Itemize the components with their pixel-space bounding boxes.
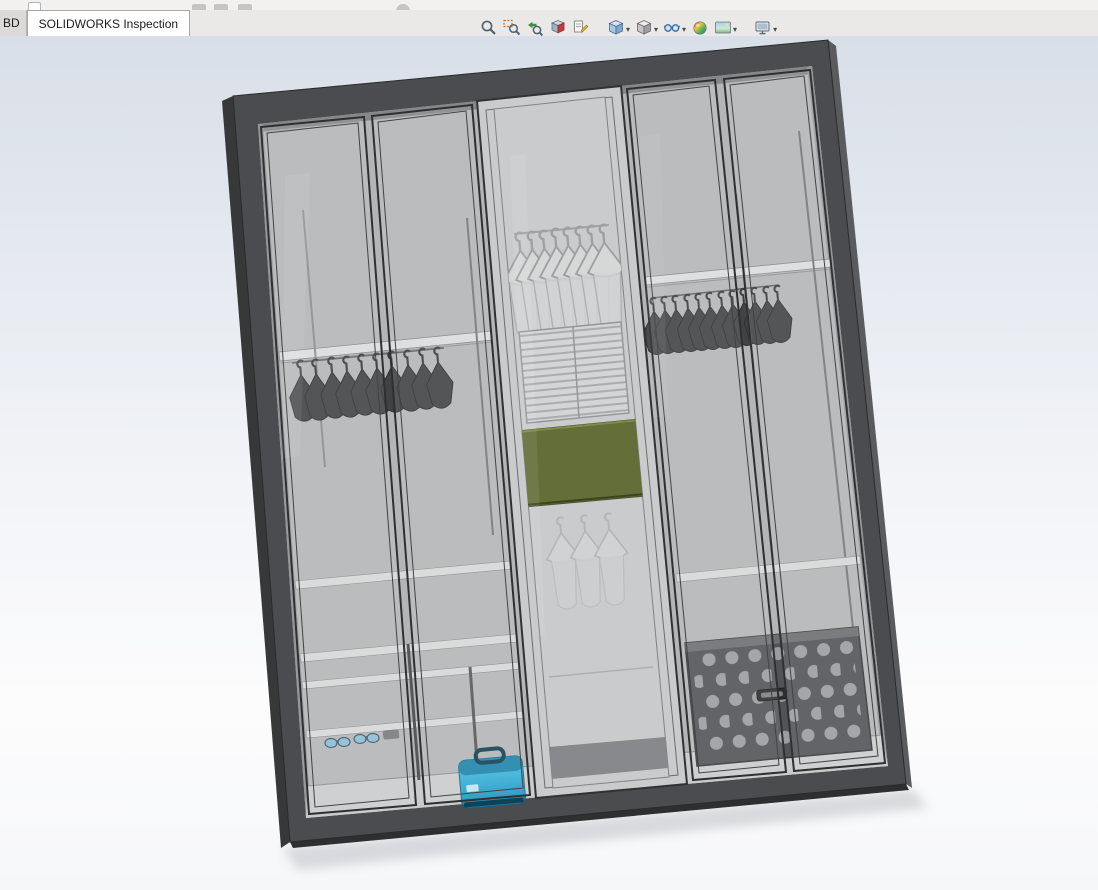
wardrobe-model[interactable] [0, 36, 1098, 890]
heads-up-view-toolbar: ▾ ▾ ▾ ▾ ▾ [478, 16, 779, 44]
hide-show-items-button[interactable]: ▾ [661, 16, 688, 44]
tab-mbd[interactable]: BD [0, 10, 27, 36]
solidworks-window: BD SOLIDWORKS Inspection ▾ ▾ ▾ ▾ ▾ [0, 0, 1098, 890]
clipped-toolbar-strip [0, 0, 1098, 10]
zoom-to-fit-icon [480, 19, 498, 42]
partial-toolbar-icon [28, 2, 41, 10]
graphics-viewport[interactable] [0, 36, 1098, 890]
edit-appearance-button[interactable] [689, 16, 711, 44]
chevron-down-icon: ▾ [682, 25, 687, 34]
edit-appearance-icon [691, 19, 709, 42]
previous-view-icon [526, 19, 544, 42]
section-view-icon [549, 19, 567, 42]
apply-scene-button[interactable]: ▾ [712, 16, 739, 44]
section-view-button[interactable] [547, 16, 569, 44]
view-orientation-icon [607, 19, 625, 42]
dynamic-annotation-views-icon [572, 19, 590, 42]
zoom-to-area-icon [503, 19, 521, 42]
chevron-down-icon: ▾ [773, 25, 778, 34]
view-settings-button[interactable]: ▾ [752, 16, 779, 44]
chevron-down-icon: ▾ [626, 25, 631, 34]
tab-label: BD [3, 16, 20, 30]
hide-show-items-icon [663, 19, 681, 42]
apply-scene-icon [714, 19, 732, 42]
chevron-down-icon: ▾ [733, 25, 738, 34]
tab-label: SOLIDWORKS Inspection [38, 16, 179, 31]
view-settings-icon [754, 19, 772, 42]
zoom-to-area-button[interactable] [501, 16, 523, 44]
zoom-to-fit-button[interactable] [478, 16, 500, 44]
dynamic-annotation-views-button[interactable] [570, 16, 592, 44]
display-style-button[interactable]: ▾ [633, 16, 660, 44]
previous-view-button[interactable] [524, 16, 546, 44]
tab-solidworks-inspection[interactable]: SOLIDWORKS Inspection [26, 10, 191, 36]
view-orientation-button[interactable]: ▾ [605, 16, 632, 44]
chevron-down-icon: ▾ [654, 25, 659, 34]
display-style-icon [635, 19, 653, 42]
